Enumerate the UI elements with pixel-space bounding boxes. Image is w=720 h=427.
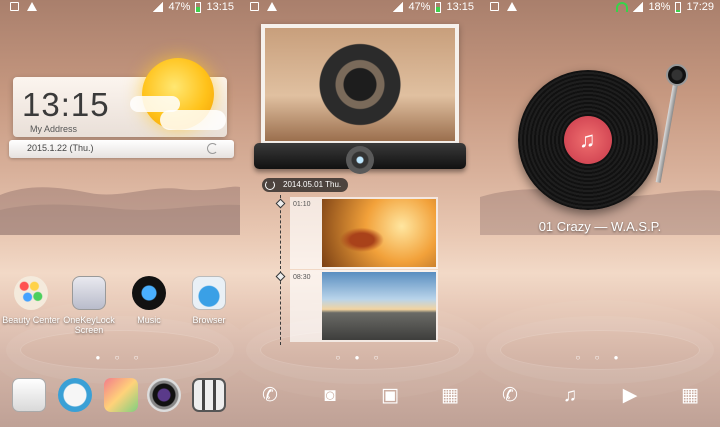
app-beauty-center[interactable]: Beauty Center: [2, 276, 60, 325]
song-title[interactable]: 01 Crazy — W.A.S.P.: [480, 219, 720, 234]
road-sky-photo: [322, 272, 436, 340]
entry-time: 08:30: [293, 274, 311, 281]
sync-icon: [265, 180, 275, 190]
timeline-entry[interactable]: 08:30: [290, 270, 438, 342]
app-label: OneKeyLock Screen: [63, 315, 115, 335]
screenshot-icon: [490, 2, 499, 11]
camera-icon[interactable]: [147, 378, 181, 412]
entry-time: 01:10: [293, 201, 311, 208]
dialer-icon[interactable]: [12, 378, 46, 412]
camera-icon[interactable]: ◙: [320, 386, 340, 406]
timeline-node: [275, 271, 286, 282]
cloud-icon: [160, 110, 226, 130]
messages-icon[interactable]: [58, 378, 92, 412]
signal-icon: [633, 2, 644, 12]
screenshot-icon: [250, 2, 259, 11]
gallery-icon[interactable]: [104, 378, 138, 412]
timeline-node: [275, 198, 286, 209]
tonearm-pivot: [666, 64, 688, 86]
page-indicator: ○ ● ○: [335, 353, 385, 362]
status-bar: 47% 13:15: [0, 0, 240, 16]
browser-icon: [192, 276, 226, 310]
warning-icon: [27, 2, 37, 11]
autumn-leaf-photo: [322, 199, 436, 267]
clock-date: 2015.1.22 (Thu.): [27, 143, 94, 153]
app-label: Music: [137, 315, 161, 325]
water-ripple: [20, 330, 220, 370]
dock: [0, 374, 240, 418]
status-bar: 18% 17:29: [480, 0, 720, 16]
image-icon[interactable]: ▣: [380, 386, 400, 406]
battery-icon: [195, 1, 202, 13]
refresh-icon[interactable]: [207, 143, 218, 154]
grid-icon[interactable]: ▦: [440, 386, 460, 406]
phone-icon[interactable]: ✆: [500, 386, 520, 406]
battery-percent: 18%: [648, 1, 671, 13]
app-label: Beauty Center: [2, 315, 60, 325]
app-music[interactable]: Music: [120, 276, 178, 325]
battery-icon: [675, 1, 682, 13]
app-onekeylock-screen[interactable]: OneKeyLock Screen: [60, 276, 118, 335]
timeline-date-pill[interactable]: 2014.05.01 Thu.: [262, 178, 348, 192]
phone-icon[interactable]: ✆: [260, 386, 280, 406]
timeline-line: [280, 195, 281, 345]
camera-photo: [265, 28, 455, 141]
camera-photo-widget[interactable]: [261, 24, 459, 145]
palette-icon: [14, 276, 48, 310]
battery-percent: 47%: [168, 1, 191, 13]
timeline-entry[interactable]: 01:10: [290, 197, 438, 269]
app-browser[interactable]: Browser: [180, 276, 238, 325]
water-ripple: [500, 330, 700, 370]
hills-background: [0, 186, 240, 235]
app-label: Browser: [192, 315, 226, 325]
music-note-icon: ♫: [579, 127, 596, 152]
date-bar[interactable]: 2015.1.22 (Thu.): [9, 140, 234, 158]
record-label: ♫: [564, 116, 612, 164]
battery-percent: 47%: [408, 1, 431, 13]
music-icon: [132, 276, 166, 310]
video-icon[interactable]: ▶: [620, 386, 640, 406]
music-note-icon[interactable]: ♫: [560, 386, 580, 406]
warning-icon: [267, 2, 277, 11]
signal-icon: [393, 2, 404, 12]
apps-grid-icon[interactable]: [192, 378, 226, 412]
clock-time: 13:15: [22, 86, 110, 123]
page-indicator: ● ○ ○: [95, 353, 145, 362]
wifi-icon: [616, 2, 629, 12]
home-screen-panel: 47% 13:15 13:15 My Address 2015.1.22 (Th…: [0, 0, 240, 427]
vinyl-record[interactable]: ♫: [518, 70, 658, 210]
signal-icon: [153, 2, 164, 12]
clock-address: My Address: [30, 124, 78, 134]
status-bar: 47% 13:15: [240, 0, 480, 16]
screenshot-icon: [10, 2, 19, 11]
grid-icon[interactable]: ▦: [680, 386, 700, 406]
timeline-date: 2014.05.01 Thu.: [283, 180, 342, 189]
status-time: 17:29: [686, 1, 714, 13]
music-widget-panel: 18% 17:29 ♫ 01 Crazy — W.A.S.P. ○ ○ ● ✆ …: [480, 0, 720, 427]
status-time: 13:15: [446, 1, 474, 13]
page-indicator: ○ ○ ●: [575, 353, 625, 362]
gallery-timeline-panel: 47% 13:15 2014.05.01 Thu. 01:10 08:30 ○ …: [240, 0, 480, 427]
battery-icon: [435, 1, 442, 13]
lock-icon: [72, 276, 106, 310]
status-time: 13:15: [206, 1, 234, 13]
warning-icon: [507, 2, 517, 11]
camera-shutter-icon[interactable]: [346, 146, 374, 174]
